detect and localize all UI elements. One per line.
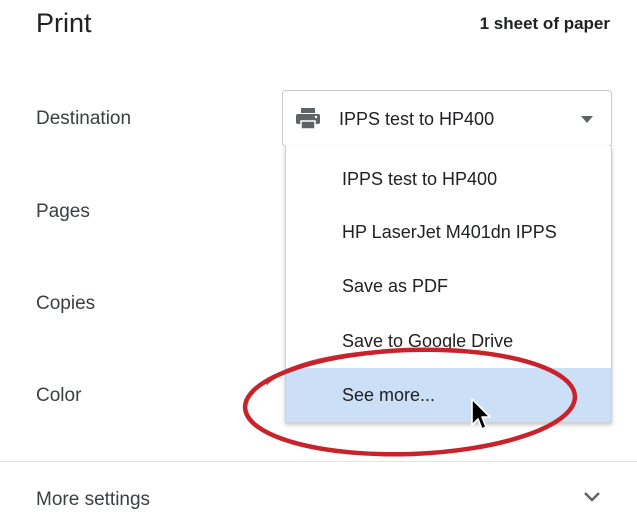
print-title: Print (36, 8, 92, 38)
sheet-count: 1 sheet of paper (479, 14, 610, 33)
mouse-cursor-icon (471, 398, 491, 430)
chevron-down-icon (581, 116, 593, 123)
destination-select[interactable]: IPPS test to HP400 (282, 90, 612, 147)
destination-selected-value: IPPS test to HP400 (339, 109, 495, 129)
chevron-down-icon[interactable] (582, 490, 602, 504)
color-label: Color (36, 385, 82, 406)
section-divider (0, 461, 637, 462)
dropdown-option-save-as-pdf[interactable]: Save as PDF (286, 259, 611, 313)
pages-label: Pages (36, 201, 90, 222)
dropdown-option-hp-laserjet[interactable]: HP LaserJet M401dn IPPS (286, 205, 611, 259)
printer-icon (296, 108, 320, 130)
copies-label: Copies (36, 293, 96, 314)
annotation-ellipse (242, 347, 578, 457)
dropdown-option-ipps-test[interactable]: IPPS test to HP400 (286, 152, 611, 206)
more-settings-toggle[interactable]: More settings (36, 489, 150, 511)
destination-label: Destination (36, 108, 132, 129)
